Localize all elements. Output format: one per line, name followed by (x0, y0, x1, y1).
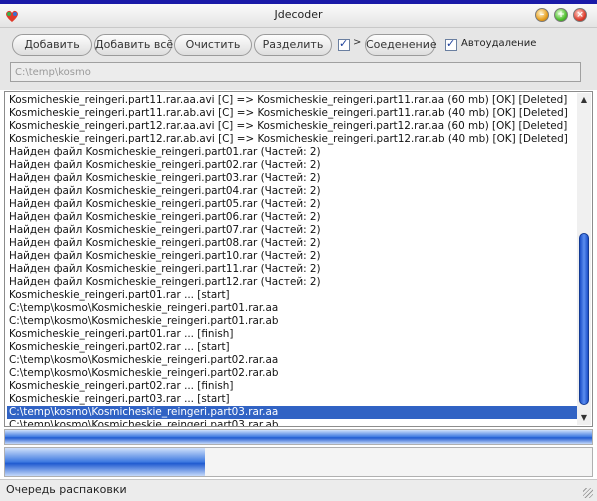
clear-button[interactable]: Очистить (174, 34, 252, 56)
autodelete-label: Автоудаление (461, 38, 537, 49)
add-all-button[interactable]: Добавить всё (94, 34, 173, 56)
log-list: Kosmicheskie_reingeri.part11.rar.aa.avi … (7, 94, 577, 426)
log-line[interactable]: Найден файл Kosmicheskie_reingeri.part07… (7, 224, 577, 237)
join-button[interactable]: Соеденение (365, 34, 437, 56)
log-line[interactable]: Найден файл Kosmicheskie_reingeri.part04… (7, 185, 577, 198)
log-line[interactable]: Kosmicheskie_reingeri.part12.rar.ab.avi … (7, 133, 577, 146)
minimize-icon: – (539, 10, 545, 20)
log-line[interactable]: C:\temp\kosmo\Kosmicheskie_reingeri.part… (7, 406, 577, 419)
log-line[interactable]: Kosmicheskie_reingeri.part03.rar ... [st… (7, 393, 577, 406)
log-line[interactable]: Найден файл Kosmicheskie_reingeri.part11… (7, 263, 577, 276)
scroll-up-icon[interactable]: ▲ (577, 93, 591, 107)
overall-progress-fill (5, 448, 205, 476)
resize-grip-icon[interactable] (583, 488, 593, 498)
overall-progress-bar (4, 447, 593, 477)
scrollbar-thumb[interactable] (579, 233, 589, 405)
log-line[interactable]: Найден файл Kosmicheskie_reingeri.part02… (7, 159, 577, 172)
log-line[interactable]: Найден файл Kosmicheskie_reingeri.part10… (7, 250, 577, 263)
log-line[interactable]: Найден файл Kosmicheskie_reingeri.part06… (7, 211, 577, 224)
log-line[interactable]: C:\temp\kosmo\Kosmicheskie_reingeri.part… (7, 419, 577, 426)
log-line[interactable]: Kosmicheskie_reingeri.part01.rar ... [fi… (7, 328, 577, 341)
maximize-icon: + (557, 10, 565, 20)
log-line[interactable]: C:\temp\kosmo\Kosmicheskie_reingeri.part… (7, 302, 577, 315)
log-line[interactable]: Найден файл Kosmicheskie_reingeri.part12… (7, 276, 577, 289)
log-line[interactable]: C:\temp\kosmo\Kosmicheskie_reingeri.part… (7, 367, 577, 380)
log-line[interactable]: Найден файл Kosmicheskie_reingeri.part03… (7, 172, 577, 185)
log-line[interactable]: Найден файл Kosmicheskie_reingeri.part01… (7, 146, 577, 159)
file-progress-bar (4, 429, 593, 445)
log-line[interactable]: Kosmicheskie_reingeri.part01.rar ... [st… (7, 289, 577, 302)
log-line[interactable]: Kosmicheskie_reingeri.part02.rar ... [fi… (7, 380, 577, 393)
log-scrollbar[interactable]: ▲ ▼ (577, 93, 591, 425)
split-checkbox[interactable] (338, 37, 350, 51)
path-input[interactable] (10, 62, 581, 82)
file-progress-fill (5, 430, 592, 444)
add-button[interactable]: Добавить (12, 34, 92, 56)
close-icon: × (576, 10, 584, 20)
log-line[interactable]: Kosmicheskie_reingeri.part11.rar.ab.avi … (7, 107, 577, 120)
status-text: Очередь распаковки (6, 483, 127, 496)
split-button[interactable]: Разделить (254, 34, 332, 56)
minimize-button[interactable]: – (535, 8, 549, 22)
title-bar: Jdecoder – + × (0, 4, 597, 28)
window-title: Jdecoder (274, 8, 323, 21)
autodelete-checkbox[interactable] (445, 37, 457, 51)
scroll-down-icon[interactable]: ▼ (577, 411, 591, 425)
close-button[interactable]: × (573, 8, 587, 22)
log-line[interactable]: C:\temp\kosmo\Kosmicheskie_reingeri.part… (7, 315, 577, 328)
log-line[interactable]: Kosmicheskie_reingeri.part02.rar ... [st… (7, 341, 577, 354)
log-line[interactable]: C:\temp\kosmo\Kosmicheskie_reingeri.part… (7, 354, 577, 367)
log-panel[interactable]: Kosmicheskie_reingeri.part11.rar.aa.avi … (4, 91, 593, 427)
log-line[interactable]: Найден файл Kosmicheskie_reingeri.part08… (7, 237, 577, 250)
toolbar: Добавить Добавить всё Очистить Разделить… (0, 28, 597, 90)
arrow-right-icon: > (353, 37, 362, 48)
log-line[interactable]: Найден файл Kosmicheskie_reingeri.part05… (7, 198, 577, 211)
status-bar: Очередь распаковки (0, 479, 597, 501)
log-line[interactable]: Kosmicheskie_reingeri.part12.rar.aa.avi … (7, 120, 577, 133)
maximize-button[interactable]: + (554, 8, 568, 22)
log-line[interactable]: Kosmicheskie_reingeri.part11.rar.aa.avi … (7, 94, 577, 107)
